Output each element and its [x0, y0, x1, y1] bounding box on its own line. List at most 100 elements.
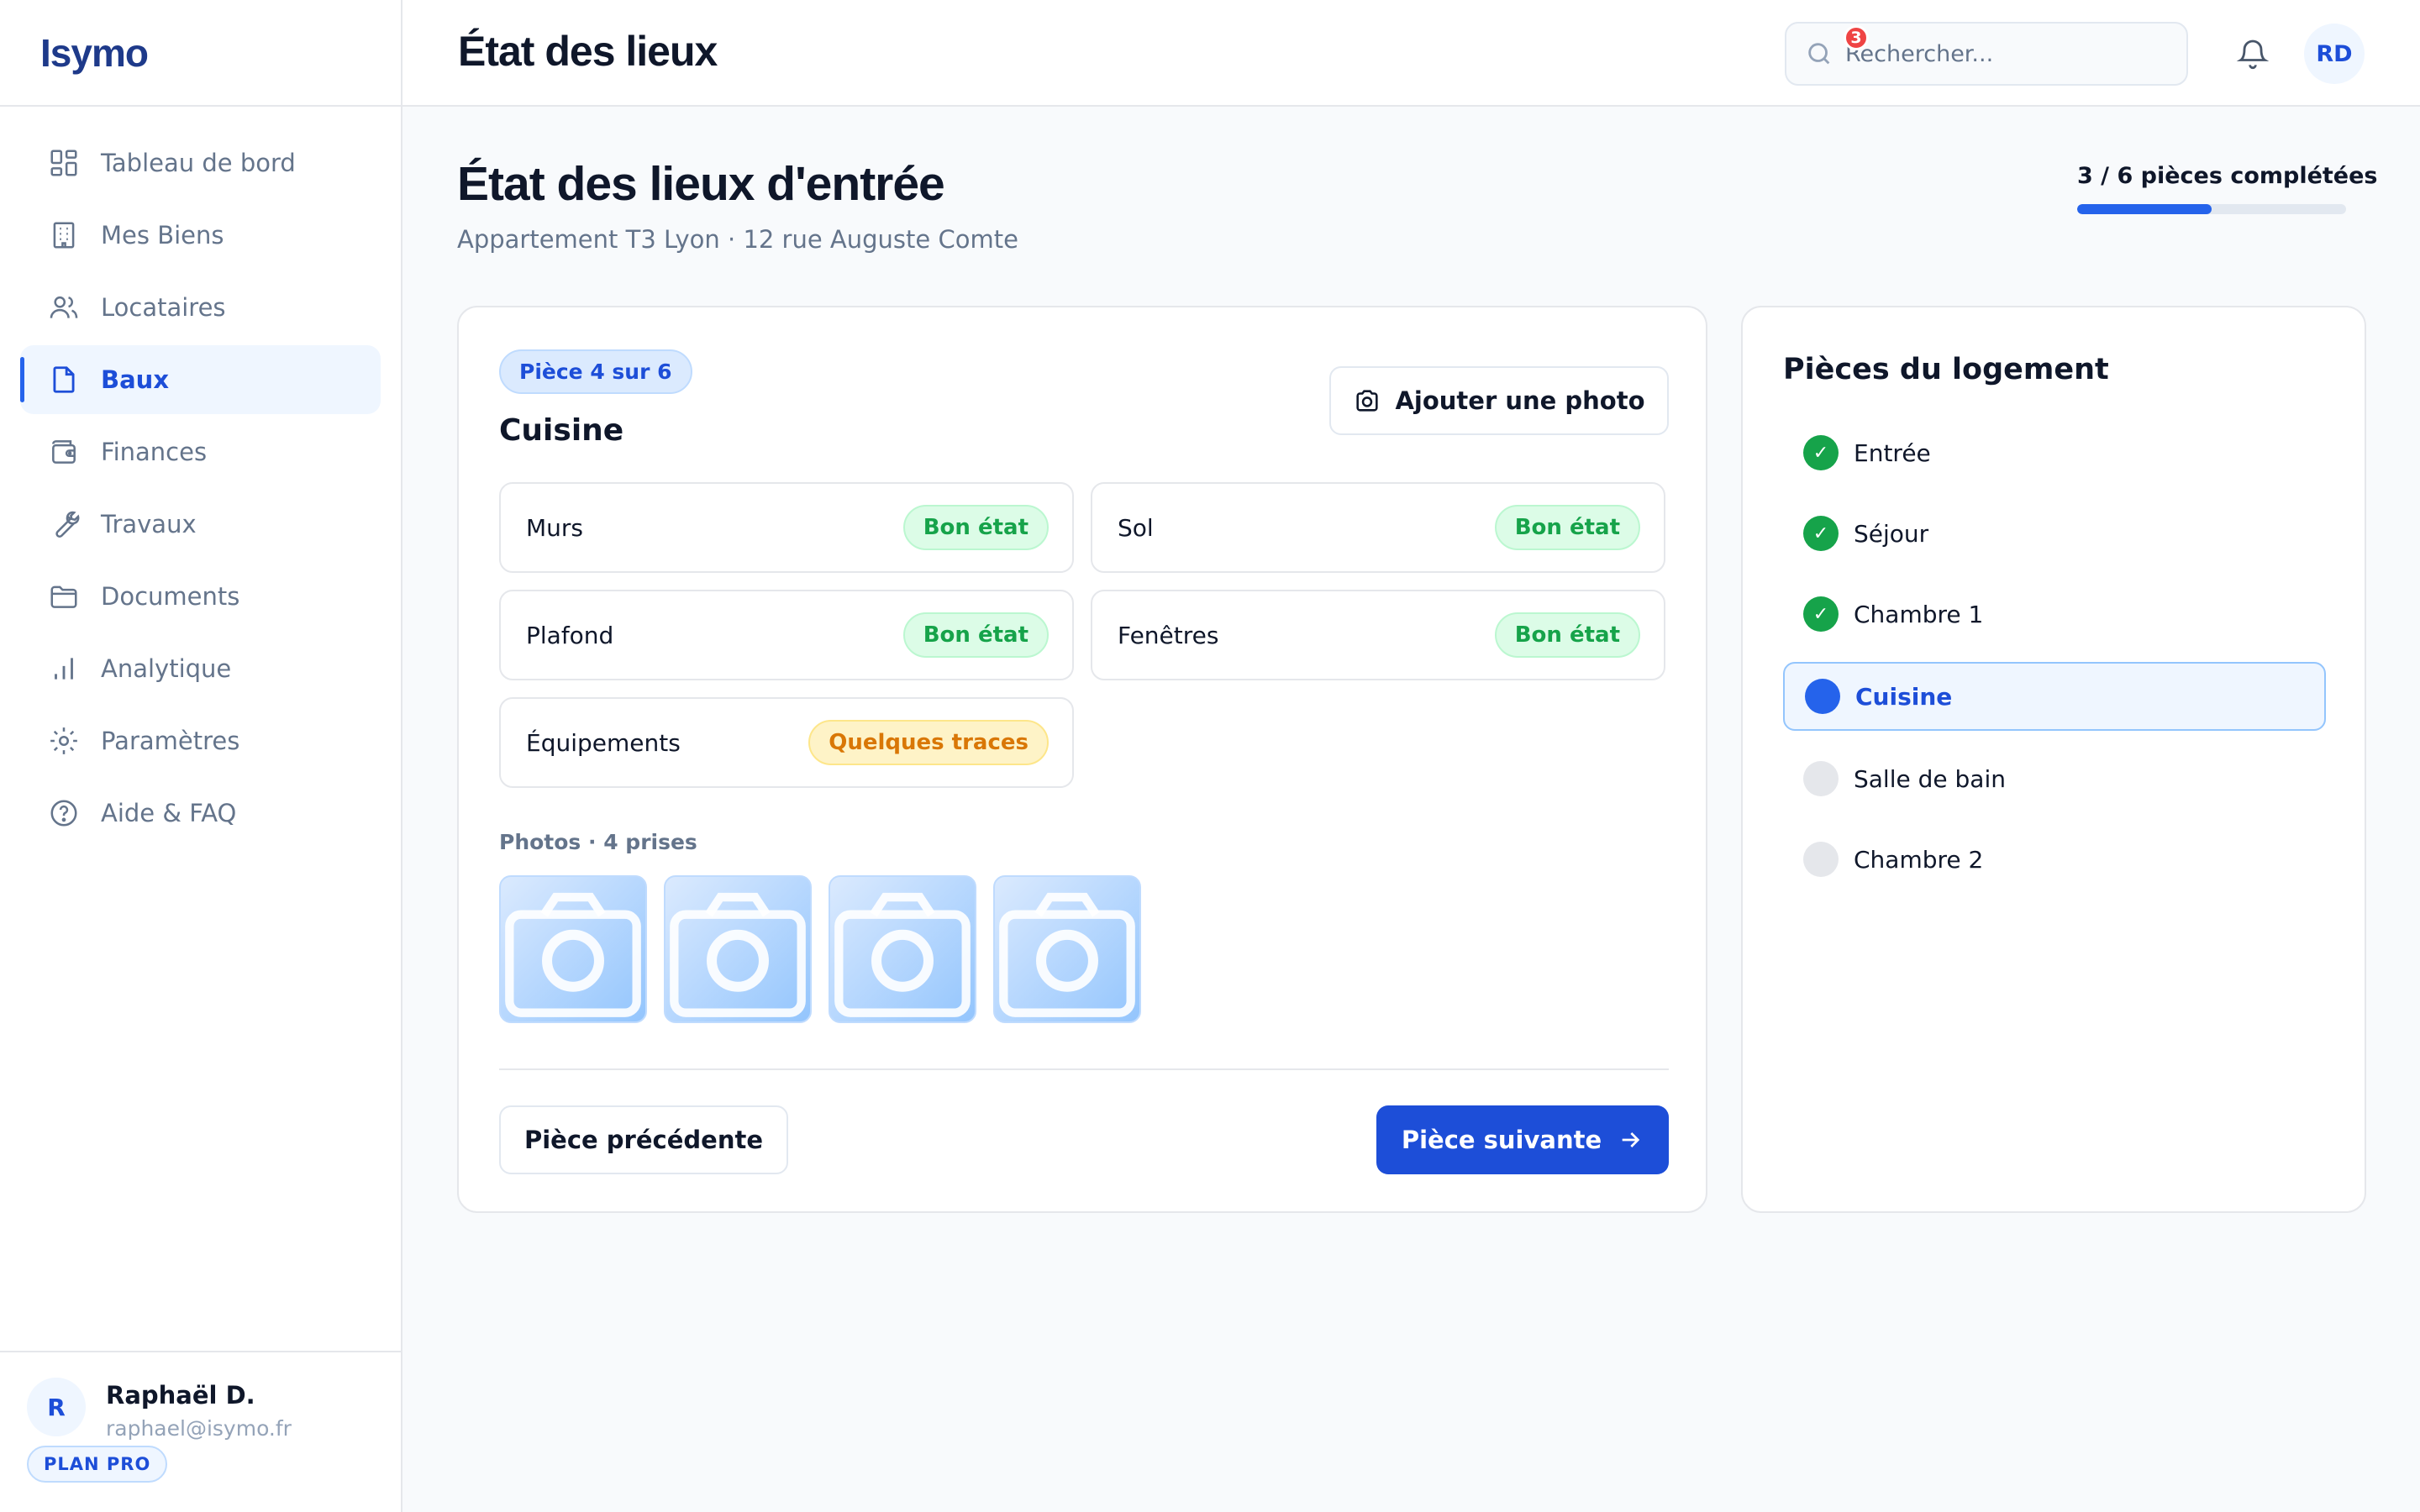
- sidebar-item-locataires[interactable]: Locataires: [20, 273, 381, 342]
- room-step-badge: Pièce 4 sur 6: [499, 349, 692, 394]
- progress-label: 3 / 6 pièces complétées: [2077, 163, 2378, 189]
- rooms-list-card: Pièces du logement ✓ Entrée ✓ Séjour ✓ C…: [1741, 306, 2366, 1213]
- status-badge: Quelques traces: [808, 720, 1049, 765]
- room-label: Chambre 1: [1854, 600, 1984, 628]
- user-profile[interactable]: R Raphaël D. raphael@isymo.fr PLAN PRO: [0, 1351, 401, 1512]
- status-badge: Bon état: [1494, 505, 1640, 550]
- sidebar: Isymo Tableau de bord Mes Biens Locatair…: [0, 0, 402, 1512]
- item-name: Sol: [1118, 513, 1154, 542]
- sidebar-item-mes-biens[interactable]: Mes Biens: [20, 201, 381, 270]
- search-icon: [1805, 39, 1833, 68]
- inspection-title: État des lieux d'entrée: [457, 157, 945, 211]
- sidebar-item-label: Tableau de bord: [101, 149, 296, 177]
- room-item-sejour[interactable]: ✓ Séjour: [1783, 499, 2326, 568]
- progress-bar: [2077, 204, 2346, 214]
- next-room-button[interactable]: Pièce suivante: [1376, 1105, 1669, 1174]
- room-inspection-card: Pièce 4 sur 6 Cuisine Ajouter une photo …: [457, 306, 1707, 1213]
- sidebar-item-aide[interactable]: Aide & FAQ: [20, 779, 381, 848]
- camera-icon: [1353, 386, 1381, 415]
- room-item-cuisine[interactable]: Cuisine: [1783, 662, 2326, 731]
- sidebar-item-label: Analytique: [101, 654, 232, 683]
- photo-thumbnail[interactable]: [993, 875, 1141, 1023]
- page-title: État des lieux: [458, 28, 718, 75]
- previous-room-button[interactable]: Pièce précédente: [499, 1105, 788, 1174]
- notifications-button[interactable]: [2229, 30, 2276, 77]
- search-input[interactable]: [1845, 40, 2165, 67]
- sidebar-item-documents[interactable]: Documents: [20, 562, 381, 631]
- wallet-icon: [47, 435, 81, 469]
- status-badge: Bon état: [902, 505, 1049, 550]
- room-label: Séjour: [1854, 519, 1929, 548]
- property-address: Appartement T3 Lyon · 12 rue Auguste Com…: [457, 225, 1018, 254]
- user-email: raphael@isymo.fr: [106, 1416, 292, 1441]
- check-icon: ✓: [1803, 596, 1839, 632]
- room-item-chambre-1[interactable]: ✓ Chambre 1: [1783, 580, 2326, 648]
- sidebar-item-label: Documents: [101, 582, 240, 611]
- add-photo-button[interactable]: Ajouter une photo: [1329, 366, 1669, 435]
- progress-bar-fill: [2077, 204, 2212, 214]
- camera-icon: [670, 892, 806, 1017]
- room-item-chambre-2[interactable]: Chambre 2: [1783, 825, 2326, 894]
- user-name: Raphaël D.: [106, 1381, 255, 1410]
- photos-label: Photos · 4 prises: [499, 830, 697, 854]
- folder-icon: [47, 580, 81, 613]
- room-label: Salle de bain: [1854, 764, 2006, 793]
- room-label: Cuisine: [1855, 682, 1953, 711]
- gear-icon: [47, 724, 81, 758]
- item-name: Équipements: [526, 728, 681, 757]
- divider: [499, 1068, 1669, 1070]
- check-icon: ✓: [1803, 435, 1839, 470]
- photo-thumbnail[interactable]: [664, 875, 812, 1023]
- user-info: Raphaël D. raphael@isymo.fr: [106, 1378, 292, 1441]
- inspection-item-murs[interactable]: Murs Bon état: [499, 482, 1074, 573]
- add-photo-label: Ajouter une photo: [1395, 386, 1645, 415]
- sidebar-item-parametres[interactable]: Paramètres: [20, 706, 381, 775]
- sidebar-item-baux[interactable]: Baux: [20, 345, 381, 414]
- wrench-icon: [47, 507, 81, 541]
- bell-icon: [2236, 37, 2270, 71]
- arrow-right-icon: [1617, 1126, 1644, 1153]
- item-name: Murs: [526, 513, 584, 542]
- sidebar-item-label: Finances: [101, 438, 208, 466]
- room-name: Cuisine: [499, 413, 624, 448]
- photo-thumbnail[interactable]: [829, 875, 976, 1023]
- pending-step-dot: [1803, 842, 1839, 877]
- item-name: Plafond: [526, 621, 614, 649]
- inspection-item-sol[interactable]: Sol Bon état: [1091, 482, 1665, 573]
- users-icon: [47, 291, 81, 324]
- sidebar-item-analytique[interactable]: Analytique: [20, 634, 381, 703]
- sidebar-item-dashboard[interactable]: Tableau de bord: [20, 129, 381, 197]
- sidebar-item-label: Paramètres: [101, 727, 240, 755]
- inspection-item-equipements[interactable]: Équipements Quelques traces: [499, 697, 1074, 788]
- item-name: Fenêtres: [1118, 621, 1219, 649]
- status-badge: Bon état: [902, 612, 1049, 658]
- sidebar-item-label: Locataires: [101, 293, 226, 322]
- inspection-item-plafond[interactable]: Plafond Bon état: [499, 590, 1074, 680]
- current-step-dot: [1805, 679, 1840, 714]
- sidebar-item-finances[interactable]: Finances: [20, 417, 381, 486]
- camera-icon: [999, 892, 1135, 1017]
- bar-chart-icon: [47, 652, 81, 685]
- camera-icon: [834, 892, 971, 1017]
- help-icon: [47, 796, 81, 830]
- room-item-entree[interactable]: ✓ Entrée: [1783, 418, 2326, 487]
- room-item-salle-de-bain[interactable]: Salle de bain: [1783, 744, 2326, 813]
- sidebar-item-travaux[interactable]: Travaux: [20, 490, 381, 559]
- sidebar-item-label: Travaux: [101, 510, 197, 538]
- plan-badge: PLAN PRO: [27, 1446, 168, 1483]
- top-header: État des lieux RD: [402, 0, 2420, 107]
- photo-thumbnail[interactable]: [499, 875, 647, 1023]
- user-row: R Raphaël D. raphael@isymo.fr: [27, 1378, 401, 1441]
- rooms-list-title: Pièces du logement: [1783, 353, 2109, 386]
- next-room-label: Pièce suivante: [1401, 1126, 1602, 1154]
- sidebar-item-label: Baux: [101, 365, 170, 394]
- user-avatar-button[interactable]: RD: [2304, 24, 2365, 84]
- sidebar-item-label: Mes Biens: [101, 221, 224, 249]
- sidebar-item-label: Aide & FAQ: [101, 799, 237, 827]
- inspection-item-fenetres[interactable]: Fenêtres Bon état: [1091, 590, 1665, 680]
- building-icon: [47, 218, 81, 252]
- dashboard-icon: [47, 146, 81, 180]
- app-logo[interactable]: Isymo: [40, 30, 149, 76]
- avatar: R: [27, 1378, 86, 1436]
- room-label: Chambre 2: [1854, 845, 1984, 874]
